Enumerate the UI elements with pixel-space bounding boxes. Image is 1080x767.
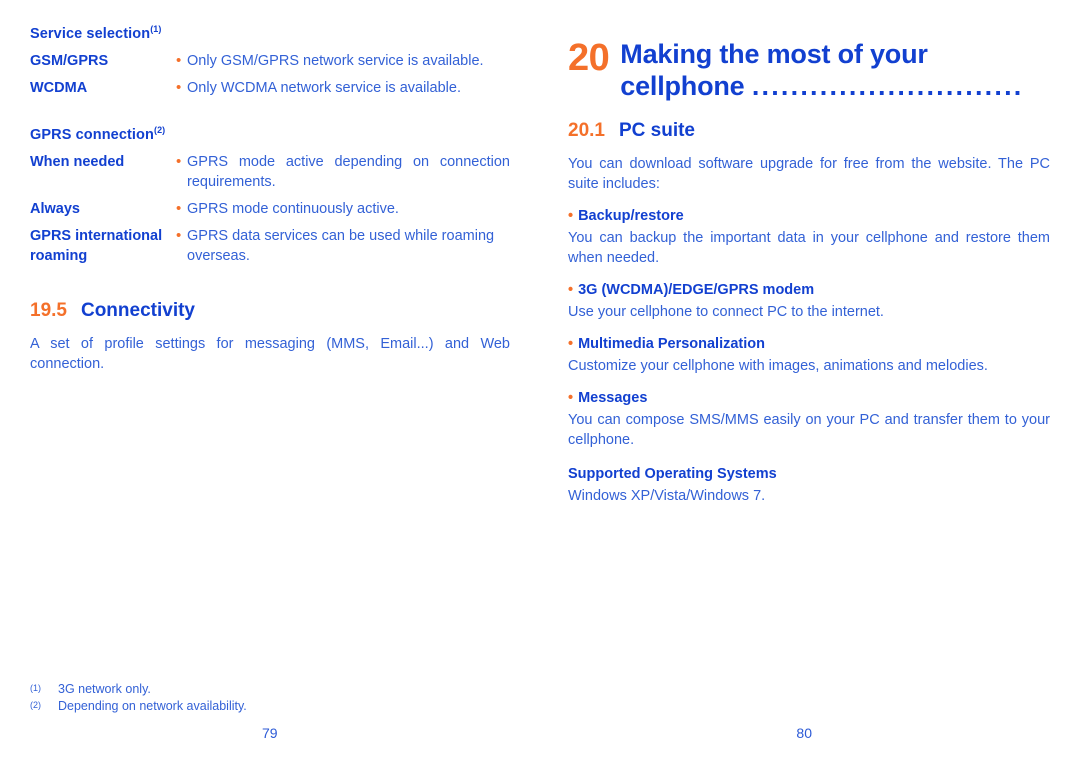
bullet-dot-icon: • [568,282,574,298]
footnote-marker: (2) [30,700,41,710]
footnote-text: 3G network only. [58,682,151,696]
bullet-dot-icon: • [568,208,574,224]
pc-suite-item-heading: • Backup/restore [568,206,1050,226]
section-heading-text: Service selection [30,25,151,42]
section-heading-pc-suite: 20.1 PC suite [568,120,1050,142]
definition-description: GPRS mode continuously active. [187,200,399,217]
definition-row: GPRS international roaming • GPRS data s… [30,226,510,266]
definition-description: Only WCDMA network service is available. [187,79,461,96]
footnote-ref-2: (2) [153,124,166,135]
page-left: Service selection(1) GSM/GPRS • Only GSM… [0,0,540,767]
definition-description: Only GSM/GPRS network service is availab… [187,52,484,69]
chapter-title-text: Making the most of your cellphone ......… [620,38,1023,102]
bullet-dot-icon: • [568,390,574,406]
page-right: 20 Making the most of your cellphone ...… [540,0,1080,767]
supported-os-body: Windows XP/Vista/Windows 7. [568,488,766,504]
page-number-left: 79 [262,725,278,741]
definition-row: WCDMA • Only WCDMA network service is av… [30,78,510,98]
pc-suite-item-heading-text: 3G (WCDMA)/EDGE/GPRS modem [578,282,815,298]
supported-os-heading: Supported Operating Systems [568,466,777,482]
pc-suite-item-heading: • Messages [568,388,1050,408]
footnote-item: (1) 3G network only. [30,681,500,698]
section-title: PC suite [618,120,696,141]
pc-suite-intro: You can download software upgrade for fr… [568,156,1050,192]
document-spread: Service selection(1) GSM/GPRS • Only GSM… [0,0,1080,767]
chapter-title: 20 Making the most of your cellphone ...… [568,38,1050,102]
section-service-selection: Service selection(1) GSM/GPRS • Only GSM… [30,24,510,98]
section-heading-gprs-connection: GPRS connection(2) [30,125,510,143]
pc-suite-item-heading-text: Multimedia Personalization [578,336,765,352]
section-connectivity: 19.5 Connectivity A set of profile settin… [30,300,510,374]
definition-row: Always • GPRS mode continuously active. [30,199,510,219]
dot-leader: ............................ [751,71,1024,101]
section-number: 20.1 [568,120,605,141]
pc-suite-item-body: You can backup the important data in you… [568,230,1050,266]
section-heading-connectivity: 19.5 Connectivity [30,300,510,322]
footnote-marker: (1) [30,683,41,693]
pc-suite-item-body: You can compose SMS/MMS easily on your P… [568,412,1050,448]
footnote-text: Depending on network availability. [58,699,247,713]
footnote-item: (2) Depending on network availability. [30,698,500,715]
section-number: 19.5 [30,299,67,321]
pc-suite-item-body: Use your cellphone to connect PC to the … [568,304,884,320]
definition-term: Always [30,200,80,217]
pc-suite-item-heading-text: Backup/restore [578,208,684,224]
pc-suite-item-heading: • Multimedia Personalization [568,334,1050,354]
definition-list-gprs-connection: When needed • GPRS mode active depending… [30,152,510,266]
bullet-dot-icon: • [568,336,574,352]
section-title: Connectivity [80,299,196,321]
section-gprs-connection: GPRS connection(2) When needed • GPRS mo… [30,125,510,266]
definition-term: GPRS international roaming [30,227,163,264]
definition-term: GSM/GPRS [30,52,109,69]
footnotes-block: (1) 3G network only. (2) Depending on ne… [30,681,500,715]
definition-list-service-selection: GSM/GPRS • Only GSM/GPRS network service… [30,51,510,98]
section-heading-service-selection: Service selection(1) [30,24,510,42]
bullet-dot-icon: • [176,78,182,96]
definition-term: WCDMA [30,79,88,96]
pc-suite-item-heading: • 3G (WCDMA)/EDGE/GPRS modem [568,280,1050,300]
chapter-number: 20 [568,37,610,79]
definition-row: When needed • GPRS mode active depending… [30,152,510,192]
bullet-dot-icon: • [176,226,182,244]
bullet-dot-icon: • [176,51,182,69]
footnote-ref-1: (1) [150,24,162,34]
bullet-dot-icon: • [176,152,182,170]
definition-term: When needed [30,153,125,170]
definition-description: GPRS mode active depending on connection… [187,153,510,190]
pc-suite-item-heading-text: Messages [578,390,648,406]
bullet-dot-icon: • [176,199,182,217]
pc-suite-item-body: Customize your cellphone with images, an… [568,358,988,374]
section-pc-suite: 20.1 PC suite You can download software u… [568,120,1050,506]
chapter-title-line1: Making the most of your [620,39,928,69]
definition-description: GPRS data services can be used while roa… [187,227,495,264]
definition-row: GSM/GPRS • Only GSM/GPRS network service… [30,51,510,71]
section-heading-text: GPRS connection [30,126,154,143]
page-number-right: 80 [796,725,812,741]
connectivity-paragraph: A set of profile settings for messaging … [30,335,510,372]
chapter-title-line2: cellphone [620,71,745,101]
